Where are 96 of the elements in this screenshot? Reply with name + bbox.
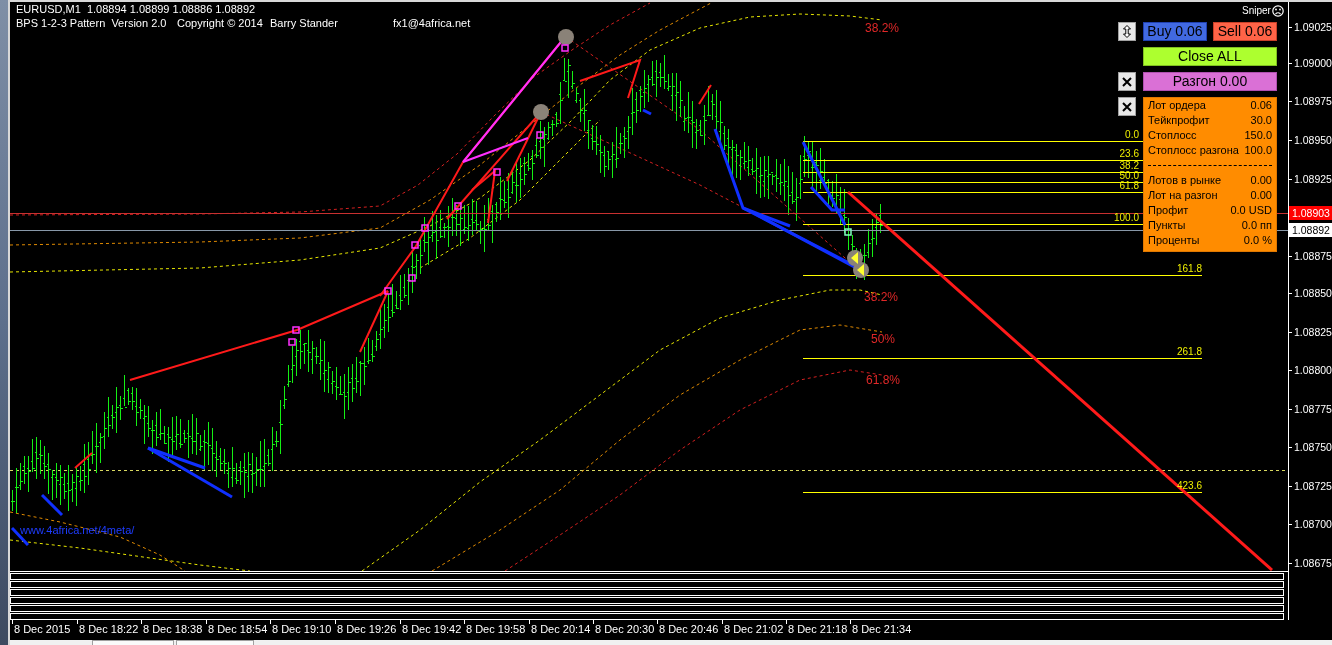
- pattern-point-marker: [408, 274, 416, 282]
- fib-level-label: 100.0: [1113, 213, 1139, 223]
- setting-label: Стоплосс разгона: [1148, 143, 1239, 158]
- indicator-info-text: BPS 1-2-3 Pattern Version 2.0: [16, 17, 167, 29]
- pattern-point-marker: [288, 338, 296, 346]
- pattern-point-marker: [454, 202, 462, 210]
- pattern-point-marker: [493, 168, 501, 176]
- setting-value: 0.0 пп: [1241, 218, 1272, 233]
- price-axis-label: 1.08850: [1294, 287, 1332, 299]
- fib-level-label: 50.0: [1119, 171, 1139, 181]
- setting-label: Проценты: [1148, 233, 1200, 248]
- symbol-quote-text: EURUSD,M1 1.08894 1.08899 1.08886 1.08892: [16, 3, 256, 15]
- sad-face-icon: [1272, 5, 1284, 17]
- price-axis-label: 1.08950: [1294, 134, 1332, 146]
- pattern-line: [698, 84, 712, 105]
- band-level-label: 38.2%: [864, 290, 899, 304]
- setting-value: 150.0: [1244, 128, 1272, 143]
- price-axis-label: 1.08775: [1294, 403, 1332, 415]
- fib-level-label: 61.8: [1119, 181, 1139, 191]
- pattern-line: [40, 493, 64, 517]
- time-axis-label: 8 Dec 18:38: [143, 623, 203, 636]
- price-axis-label: 1.08800: [1294, 364, 1332, 376]
- time-axis-label: 8 Dec 20:46: [659, 623, 719, 636]
- band-level-label: 38.2%: [865, 21, 900, 35]
- setting-value: 0.0 USD: [1230, 203, 1272, 218]
- time-axis-label: 8 Dec 20:30: [595, 623, 655, 636]
- setting-label: Пункты: [1148, 218, 1186, 233]
- price-axis-label: 1.08975: [1294, 95, 1332, 107]
- fib-level-label: 261.8: [1176, 347, 1202, 357]
- indicator-info-text: Copyright © 2014: [177, 17, 263, 29]
- setting-label: Лот ордера: [1148, 98, 1206, 113]
- time-axis-label: 8 Dec 18:22: [79, 623, 139, 636]
- time-axis-label: 8 Dec 19:10: [272, 623, 332, 636]
- toggle-button[interactable]: [1118, 22, 1136, 41]
- setting-label: Лотов в рынке: [1148, 173, 1222, 188]
- bid-price-label: 1.08892: [1289, 223, 1332, 237]
- time-axis-label: 8 Dec 18:54: [208, 623, 268, 636]
- band-level-label: 61.8%: [866, 373, 901, 387]
- pattern-point-marker: [384, 287, 392, 295]
- sell-button[interactable]: Sell 0.06: [1213, 22, 1277, 41]
- setting-value: 0.06: [1250, 98, 1272, 113]
- time-axis-label: 8 Dec 20:14: [531, 623, 591, 636]
- close-icon: [1122, 101, 1132, 112]
- price-axis-label: 1.08925: [1294, 173, 1332, 185]
- fib-level-label: 161.8: [1176, 264, 1202, 274]
- pattern-point-marker: [411, 241, 419, 249]
- pattern-line: [579, 58, 642, 99]
- boost-button[interactable]: Разгон 0.00: [1143, 72, 1277, 91]
- price-axis-label: 1.08675: [1294, 557, 1332, 569]
- pattern-line: [74, 452, 93, 469]
- setting-label: Тейкпрофит: [1148, 113, 1210, 128]
- setting-label: Стоплосс: [1148, 128, 1197, 143]
- close-all-button[interactable]: Close ALL: [1143, 47, 1277, 66]
- up-down-arrow-icon: [1123, 25, 1131, 38]
- pattern-point-marker: [844, 228, 852, 236]
- price-axis-label: 1.08750: [1294, 441, 1332, 453]
- price-axis-label: 1.08825: [1294, 326, 1332, 338]
- setting-value: 0.00: [1250, 173, 1272, 188]
- close-icon: [1122, 76, 1132, 87]
- price-axis-label: 1.09000: [1294, 57, 1332, 69]
- indicator-info-text: Barry Stander: [270, 17, 338, 29]
- time-axis-label: 8 Dec 21:18: [788, 623, 848, 636]
- setting-value: 30.0: [1250, 113, 1272, 128]
- fib-level-label: 423.6: [1176, 481, 1202, 491]
- fib-level-label: 38.2: [1119, 161, 1139, 171]
- setting-label: Профит: [1148, 203, 1189, 218]
- time-axis-label: 8 Dec 19:58: [466, 623, 526, 636]
- indicator-info-text: fx1@4africa.net: [393, 17, 471, 29]
- time-axis-label: 8 Dec 2015: [14, 623, 71, 636]
- price-axis-label: 1.08725: [1294, 480, 1332, 492]
- setting-value: 100.0: [1244, 143, 1272, 158]
- buy-button[interactable]: Buy 0.06: [1143, 22, 1207, 41]
- band-level-label: 50%: [871, 332, 896, 346]
- pattern-point-marker: [292, 326, 300, 334]
- price-axis-label: 1.08700: [1294, 518, 1332, 530]
- close-button[interactable]: [1118, 72, 1136, 91]
- ask-price-label: 1.08903: [1289, 206, 1332, 220]
- setting-label: Лот на разгон: [1148, 188, 1218, 203]
- time-axis-label: 8 Dec 19:42: [402, 623, 462, 636]
- price-axis-label: 1.09025: [1294, 21, 1332, 33]
- signal-circle-icon: [533, 104, 549, 120]
- pattern-line: [642, 108, 652, 116]
- fib-level-label: 23.6: [1119, 149, 1139, 159]
- setting-value: 0.0 %: [1243, 233, 1272, 248]
- pattern-point-marker: [421, 224, 429, 232]
- time-axis-label: 8 Dec 21:02: [724, 623, 784, 636]
- price-axis-label: 1.08875: [1294, 250, 1332, 262]
- time-axis-label: 8 Dec 19:26: [337, 623, 397, 636]
- time-axis-label: 8 Dec 21:34: [852, 623, 912, 636]
- pattern-point-marker: [561, 44, 569, 52]
- signal-circle-icon: [558, 29, 574, 45]
- expert-name: Sniper: [1242, 5, 1271, 17]
- pattern-point-marker: [536, 131, 544, 139]
- close-button[interactable]: [1118, 97, 1136, 116]
- fib-level-label: 0.0: [1125, 130, 1139, 140]
- setting-value: 0.00: [1250, 188, 1272, 203]
